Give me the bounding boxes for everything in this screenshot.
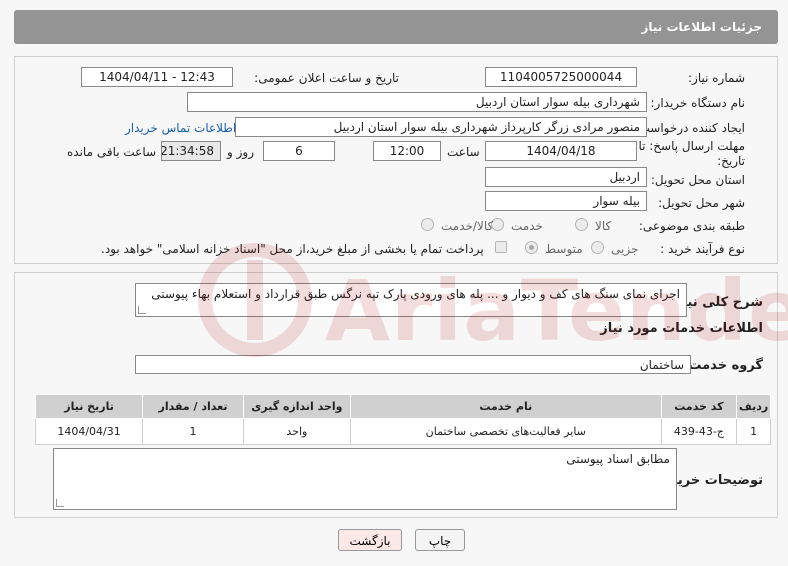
col-unit: واحد اندازه گیری bbox=[242, 394, 351, 419]
remaining-time-field[interactable]: 21:34:58 bbox=[161, 141, 221, 161]
deadline-date-field[interactable]: 1404/04/18 bbox=[485, 141, 637, 161]
request-info-section: شماره نیاز: 1104005725000044 تاریخ و ساع… bbox=[14, 56, 778, 264]
need-details-section: شرح کلی نیاز: اجرای نمای سنگ های کف و دی… bbox=[14, 272, 778, 518]
time-label: ساعت bbox=[447, 145, 480, 159]
service-group-field[interactable]: ساختمان bbox=[135, 355, 691, 374]
days-label: روز و bbox=[227, 145, 254, 159]
col-service-name: نام خدمت bbox=[349, 394, 662, 419]
deadline-label-date: تاریخ: bbox=[717, 154, 745, 168]
days-field[interactable]: 6 bbox=[263, 141, 335, 161]
cell-service-name: سایر فعالیت‌های تخصصی ساختمان bbox=[349, 418, 662, 445]
province-field[interactable]: اردبیل bbox=[485, 167, 647, 187]
province-label: استان محل تحویل: bbox=[650, 173, 745, 187]
col-service-code: کد خدمت bbox=[660, 394, 738, 419]
table-header-row: ردیف کد خدمت نام خدمت واحد اندازه گیری ت… bbox=[34, 394, 771, 419]
deadline-time-field[interactable]: 12:00 bbox=[373, 141, 441, 161]
category-both-radio[interactable] bbox=[421, 218, 434, 231]
process-label: نوع فرآیند خرید : bbox=[660, 242, 745, 256]
back-button[interactable]: بازگشت bbox=[338, 529, 402, 551]
category-both-label: کالا/خدمت bbox=[441, 219, 494, 233]
summary-text: اجرای نمای سنگ های کف و دیوار و ... پله … bbox=[151, 287, 680, 301]
deadline-label: مهلت ارسال پاسخ: تا bbox=[638, 139, 745, 153]
announce-field[interactable]: 1404/04/11 - 12:43 bbox=[81, 67, 233, 87]
page-title: جزئیات اطلاعات نیاز bbox=[641, 20, 762, 34]
creator-label: ایجاد کننده درخواست: bbox=[634, 121, 745, 135]
process-medium-label: متوسط bbox=[545, 242, 583, 256]
table-row: 1 ج-43-439 سایر فعالیت‌های تخصصی ساختمان… bbox=[34, 418, 771, 445]
buyer-notes-textarea[interactable]: مطابق اسناد پیوستی bbox=[53, 448, 677, 510]
service-group-label: گروه خدمت: bbox=[683, 358, 763, 373]
buyer-contact-link[interactable]: اطلاعات تماس خریدار bbox=[125, 121, 236, 135]
category-service-label: خدمت bbox=[511, 219, 543, 233]
cell-quantity: 1 bbox=[142, 418, 244, 445]
category-goods-radio[interactable] bbox=[575, 218, 588, 231]
page-header: جزئیات اطلاعات نیاز bbox=[14, 10, 778, 44]
process-minor-label: جزیی bbox=[611, 242, 639, 256]
print-button[interactable]: چاپ bbox=[415, 529, 465, 551]
process-medium-radio[interactable] bbox=[525, 241, 538, 254]
resize-handle-icon[interactable] bbox=[138, 306, 146, 314]
announce-label: تاریخ و ساعت اعلان عمومی: bbox=[254, 71, 399, 85]
cell-row: 1 bbox=[736, 418, 771, 445]
resize-handle-icon[interactable] bbox=[56, 499, 64, 507]
col-need-date: تاریخ نیاز bbox=[34, 394, 144, 419]
need-number-label: شماره نیاز: bbox=[688, 71, 745, 85]
services-table: ردیف کد خدمت نام خدمت واحد اندازه گیری ت… bbox=[34, 394, 771, 445]
creator-field[interactable]: منصور مرادی زرگر کارپرداز شهرداری بیله س… bbox=[235, 117, 647, 137]
cell-need-date: 1404/04/31 bbox=[34, 418, 144, 445]
buyer-org-label: نام دستگاه خریدار: bbox=[650, 96, 746, 110]
services-title: اطلاعات خدمات مورد نیاز bbox=[600, 321, 763, 336]
category-goods-label: کالا bbox=[595, 219, 612, 233]
category-label: طبقه بندی موضوعی: bbox=[638, 219, 745, 233]
cell-service-code: ج-43-439 bbox=[660, 418, 738, 445]
need-number-field[interactable]: 1104005725000044 bbox=[485, 67, 637, 87]
col-row: ردیف bbox=[736, 394, 771, 419]
cell-unit: واحد bbox=[242, 418, 351, 445]
city-label: شهر محل تحویل: bbox=[658, 196, 745, 210]
payment-note: پرداخت تمام یا بخشی از مبلغ خرید،از محل … bbox=[101, 242, 484, 256]
buyer-org-field[interactable]: شهرداری بیله سوار استان اردبیل bbox=[187, 92, 647, 112]
summary-textarea[interactable]: اجرای نمای سنگ های کف و دیوار و ... پله … bbox=[135, 283, 687, 317]
buyer-notes-text: مطابق اسناد پیوستی bbox=[566, 452, 670, 466]
process-minor-radio[interactable] bbox=[591, 241, 604, 254]
col-quantity: تعداد / مقدار bbox=[142, 394, 244, 419]
treasury-checkbox[interactable] bbox=[495, 241, 507, 253]
remaining-label: ساعت باقی مانده bbox=[67, 145, 157, 159]
city-field[interactable]: بیله سوار bbox=[485, 191, 647, 211]
